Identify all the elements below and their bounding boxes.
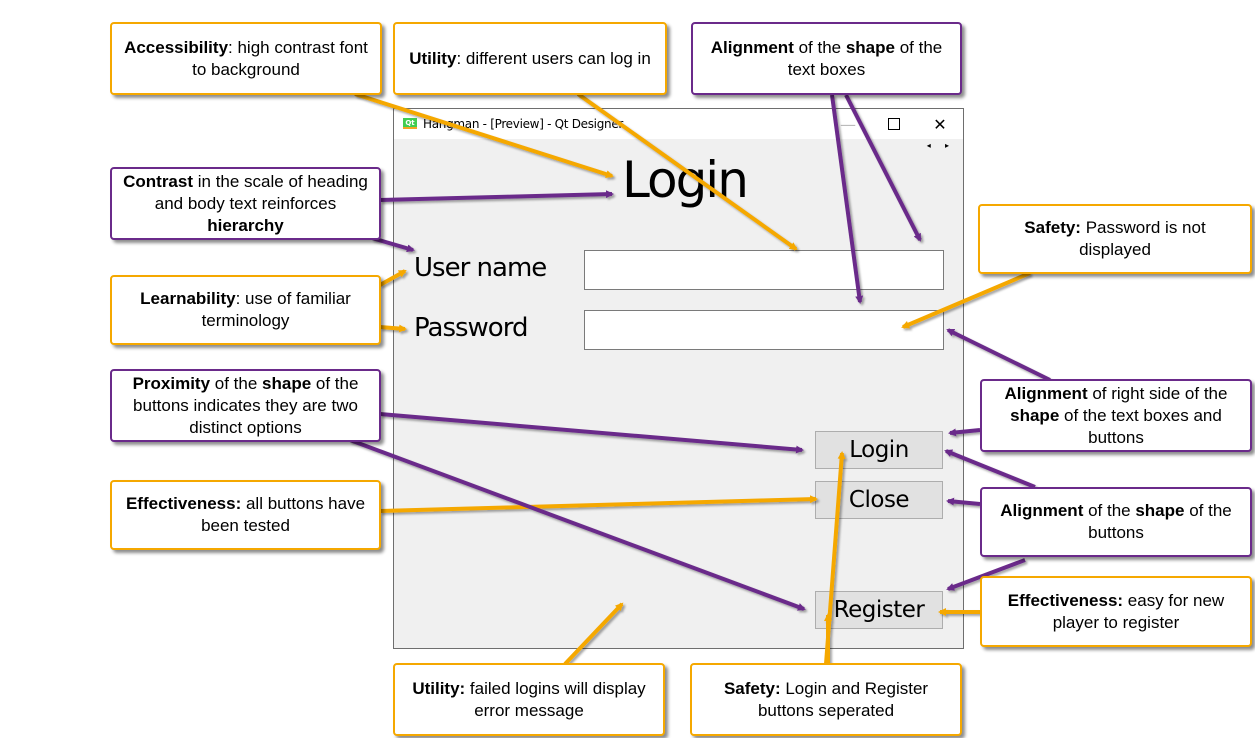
callout-learnability: Learnability: use of familiar terminolog…	[110, 275, 381, 345]
password-input[interactable]	[584, 310, 944, 350]
minimize-icon: —	[840, 114, 856, 134]
username-input[interactable]	[584, 250, 944, 290]
password-label: Password	[414, 313, 528, 343]
window-title: Hangman - [Preview] - Qt Designer	[423, 117, 624, 131]
callout-alignment-right: Alignment of right side of the shape of …	[980, 379, 1252, 452]
callout-safety-buttons: Safety: Login and Register buttons seper…	[690, 663, 962, 736]
callout-contrast: Contrast in the scale of heading and bod…	[110, 167, 381, 240]
register-button[interactable]: Register	[815, 591, 943, 629]
callout-effectiveness-register: Effectiveness: easy for new player to re…	[980, 576, 1252, 647]
qt-preview-window: Qt Hangman - [Preview] - Qt Designer — ✕…	[393, 108, 964, 649]
page-title: Login	[622, 151, 749, 209]
callout-accessibility: Accessibility: high contrast font to bac…	[110, 22, 382, 95]
callout-alignment-buttons: Alignment of the shape of the buttons	[980, 487, 1252, 557]
qt-icon: Qt	[403, 118, 417, 129]
close-window-button[interactable]: ✕	[917, 109, 963, 139]
login-button[interactable]: Login	[815, 431, 943, 469]
callout-utility-users: Utility: different users can log in	[393, 22, 667, 95]
scroll-arrows-icon[interactable]: ◂ ▸	[927, 141, 955, 150]
close-icon: ✕	[933, 114, 947, 134]
callout-alignment-textboxes: Alignment of the shape of the text boxes	[691, 22, 962, 95]
title-bar: Qt Hangman - [Preview] - Qt Designer — ✕	[394, 109, 963, 139]
minimize-button[interactable]: —	[825, 109, 871, 139]
callout-effectiveness-tested: Effectiveness: all buttons have been tes…	[110, 480, 381, 550]
close-button[interactable]: Close	[815, 481, 943, 519]
callout-utility-errors: Utility: failed logins will display erro…	[393, 663, 665, 736]
maximize-icon	[888, 118, 900, 130]
username-label: User name	[414, 253, 547, 283]
callout-safety-password: Safety: Password is not displayed	[978, 204, 1252, 274]
callout-proximity: Proximity of the shape of the buttons in…	[110, 369, 381, 442]
maximize-button[interactable]	[871, 109, 917, 139]
